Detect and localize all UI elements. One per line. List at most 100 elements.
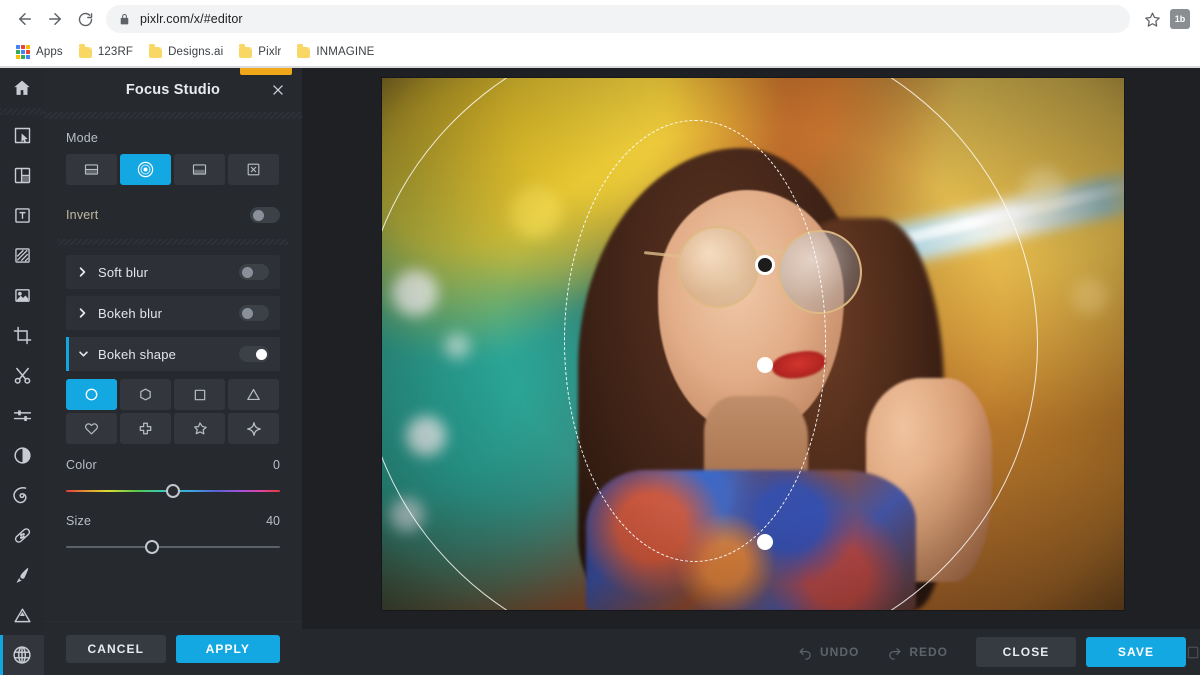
contrast-half-circle-icon [12, 445, 33, 466]
shape-button-sparkle[interactable] [228, 413, 279, 444]
slider-size-header: Size 40 [66, 514, 280, 528]
shape-button-circle[interactable] [66, 379, 117, 410]
cancel-button[interactable]: CANCEL [66, 635, 166, 663]
slider-color-track[interactable] [66, 484, 280, 498]
bookmark-label: 123RF [98, 46, 133, 58]
soft-blur-toggle[interactable] [239, 264, 269, 280]
sidebar-item-adjust[interactable] [0, 395, 44, 435]
mode-button-linear[interactable] [66, 154, 117, 185]
folder-icon [149, 47, 162, 58]
sidebar-item-arrange[interactable] [0, 115, 44, 155]
address-bar[interactable]: pixlr.com/x/#editor [106, 5, 1130, 33]
bookmark-123rf[interactable]: 123RF [75, 43, 141, 61]
no-mask-x-icon [245, 161, 262, 178]
sidebar-item-contrast[interactable] [0, 435, 44, 475]
slider-size-value: 40 [266, 514, 280, 528]
canvas-bottom-toolbar: UNDO REDO CLOSE SAVE [302, 629, 1200, 675]
sidebar-item-liquify[interactable] [0, 475, 44, 515]
square-shape-icon [192, 387, 208, 403]
bokeh-blur-toggle[interactable] [239, 305, 269, 321]
forward-button[interactable] [40, 4, 70, 34]
bookmark-apps[interactable]: Apps [12, 42, 71, 62]
home-icon [12, 78, 32, 98]
sliders-icon [12, 405, 33, 426]
bookmark-inmagine[interactable]: INMAGINE [293, 43, 382, 61]
image-icon [12, 285, 33, 306]
scissors-icon [12, 365, 33, 386]
bokeh-shape-toggle[interactable] [239, 346, 269, 362]
redo-button[interactable]: REDO [873, 637, 962, 667]
shape-button-hexagon[interactable] [120, 379, 171, 410]
mode-button-radial[interactable] [120, 154, 171, 185]
undo-label: UNDO [820, 645, 859, 659]
undo-button[interactable]: UNDO [784, 637, 873, 667]
sidebar-item-cutout[interactable] [0, 355, 44, 395]
shape-button-star[interactable] [174, 413, 225, 444]
apply-button[interactable]: APPLY [176, 635, 280, 663]
back-button[interactable] [10, 4, 40, 34]
bookmark-pixlr[interactable]: Pixlr [235, 43, 289, 61]
canvas-stage[interactable]: 2420 x 1733 px @ 31% UNDO REDO CLOSE SAV… [302, 68, 1200, 675]
shape-button-heart[interactable] [66, 413, 117, 444]
photo-vignette [382, 78, 1124, 610]
sidebar-item-crop[interactable] [0, 315, 44, 355]
slider-size-knob[interactable] [145, 540, 159, 554]
shape-button-cross[interactable] [120, 413, 171, 444]
slider-size-track[interactable] [66, 540, 280, 554]
reload-button[interactable] [70, 4, 100, 34]
chevron-right-icon [78, 266, 89, 278]
sidebar-item-layout[interactable] [0, 155, 44, 195]
panel-header: Focus Studio [44, 68, 302, 112]
focus-studio-panel: Focus Studio Mode [44, 68, 302, 675]
sidebar-item-image[interactable] [0, 275, 44, 315]
image-canvas[interactable] [382, 78, 1124, 610]
sidebar-item-heal[interactable] [0, 515, 44, 555]
close-panel-button[interactable] [268, 80, 288, 100]
close-button[interactable]: CLOSE [976, 637, 1076, 667]
bookmark-designs-ai[interactable]: Designs.ai [145, 43, 231, 61]
accordion-bokeh-shape[interactable]: Bokeh shape [66, 337, 280, 371]
close-x-icon [271, 83, 285, 97]
panel-toggle-button[interactable] [1186, 644, 1200, 664]
bookmark-label: INMAGINE [316, 46, 374, 58]
save-button[interactable]: SAVE [1086, 637, 1186, 667]
sidebar-item-shape[interactable] [0, 595, 44, 635]
spiral-icon [12, 485, 33, 506]
bookmark-button[interactable] [1138, 5, 1166, 33]
star-shape-icon [191, 420, 208, 437]
slider-color-knob[interactable] [166, 484, 180, 498]
pixlr-app: Focus Studio Mode [0, 68, 1200, 675]
slider-size: Size 40 [66, 514, 280, 554]
sidebar-item-pattern[interactable] [0, 235, 44, 275]
panel-header-divider [44, 112, 302, 119]
sparkle-shape-icon [245, 420, 263, 438]
shape-button-square[interactable] [174, 379, 225, 410]
bandage-icon [12, 525, 33, 546]
back-arrow-icon [16, 10, 34, 28]
invert-toggle[interactable] [250, 207, 280, 223]
profile-badge[interactable]: 1b [1170, 9, 1190, 29]
accordion-label: Soft blur [98, 265, 239, 280]
text-t-icon [12, 205, 33, 226]
sidebar-item-draw[interactable] [0, 555, 44, 595]
mode-label: Mode [66, 131, 280, 145]
accordion-bokeh-blur[interactable]: Bokeh blur [66, 296, 280, 330]
omnibox-actions: 1b [1138, 5, 1190, 33]
redo-arrow-icon [887, 645, 902, 660]
sidebar-item-text[interactable] [0, 195, 44, 235]
sidebar-item-effects[interactable] [0, 635, 44, 675]
crop-icon [12, 325, 33, 346]
hexagon-shape-icon [137, 386, 154, 403]
panel-footer: CANCEL APPLY [44, 621, 302, 675]
slider-color-header: Color 0 [66, 458, 280, 472]
reload-icon [77, 11, 94, 28]
sidebar-item-home[interactable] [0, 68, 44, 108]
shape-button-triangle[interactable] [228, 379, 279, 410]
mode-button-none[interactable] [228, 154, 279, 185]
apps-grid-icon [16, 45, 30, 59]
mode-button-group [66, 154, 280, 185]
triangle-shape-icon [245, 386, 262, 403]
accordion-soft-blur[interactable]: Soft blur [66, 255, 280, 289]
mode-button-mirror[interactable] [174, 154, 225, 185]
browser-nav-row: pixlr.com/x/#editor 1b [0, 0, 1200, 38]
